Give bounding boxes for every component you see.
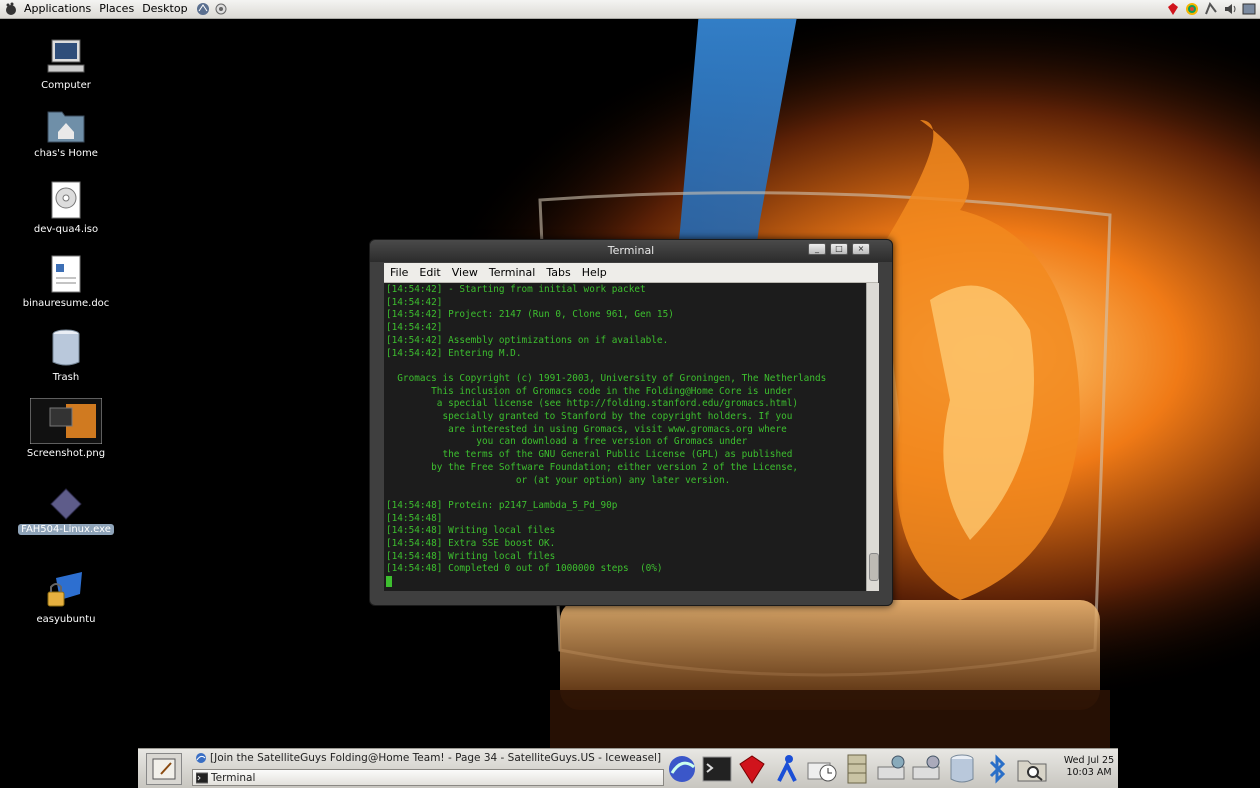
- terminal-launcher-icon[interactable]: [701, 753, 733, 785]
- desktop-icon-home[interactable]: chas's Home: [16, 104, 116, 160]
- terminal-line: are interested in using Gromacs, visit w…: [448, 423, 787, 435]
- terminal-line: [14:54:42] Entering M.D.: [386, 347, 522, 359]
- terminal-line: by the Free Software Foundation; either …: [431, 461, 799, 473]
- globe-browser-icon[interactable]: [666, 753, 698, 785]
- database-icon[interactable]: [946, 753, 978, 785]
- menu-terminal[interactable]: Terminal: [483, 266, 541, 279]
- locked-package-icon: [47, 572, 82, 607]
- terminal-line: you can download a free version of Groma…: [476, 436, 748, 448]
- terminal-menu-bar: File Edit View Terminal Tabs Help: [384, 263, 878, 283]
- desktop-icon-document[interactable]: binauresume.doc: [16, 254, 116, 310]
- terminal-line: or (at your option) any later version.: [515, 474, 731, 486]
- file-cabinet-icon[interactable]: [841, 753, 873, 785]
- minimize-button[interactable]: _: [808, 243, 826, 255]
- terminal-title-bar[interactable]: Terminal _ □ ×: [370, 240, 892, 262]
- blue-figure-icon[interactable]: [771, 753, 803, 785]
- terminal-line: specially granted to Stanford by the cop…: [442, 411, 793, 423]
- maximize-button[interactable]: □: [830, 243, 848, 255]
- terminal-line: [14:54:48] Completed 0 out of 1000000 st…: [386, 563, 663, 575]
- desktop-icon-label: Trash: [52, 372, 80, 383]
- network-icon[interactable]: [1204, 2, 1218, 16]
- volume-icon[interactable]: [1223, 2, 1237, 16]
- terminal-line: [14:54:42] Assembly optimizations on if …: [386, 334, 669, 346]
- desktop-icon-label: Computer: [41, 80, 91, 91]
- taskbar-item-iceweasel[interactable]: [Join the SatelliteGuys Folding@Home Tea…: [192, 750, 664, 767]
- desktop-icon-label: dev-qua4.iso: [33, 224, 99, 235]
- clock[interactable]: Wed Jul 25 10:03 AM: [1062, 755, 1116, 779]
- terminal-line: [14:54:48] Writing local files: [386, 525, 556, 537]
- taskbar-item-label: [Join the SatelliteGuys Folding@Home Tea…: [210, 752, 662, 764]
- terminal-line: [14:54:48] Extra SSE boost OK.: [386, 538, 556, 550]
- close-button[interactable]: ×: [852, 243, 870, 255]
- terminal-cursor: [386, 576, 392, 588]
- ruby-icon[interactable]: [1166, 2, 1180, 16]
- terminal-line: a special license (see http://folding.st…: [436, 398, 799, 410]
- network-drive-2-icon[interactable]: [911, 753, 943, 785]
- desktop-icon-fah-exe[interactable]: FAH504-Linux.exe: [16, 488, 116, 536]
- desktop-icon-iso[interactable]: dev-qua4.iso: [16, 180, 116, 236]
- scrollbar-thumb[interactable]: [869, 553, 879, 581]
- image-thumbnail-icon: [30, 398, 102, 444]
- desktop-icon-easyubuntu[interactable]: easyubuntu: [16, 570, 116, 626]
- terminal-line: [14:54:42]: [386, 322, 443, 334]
- menu-file[interactable]: File: [384, 266, 413, 279]
- terminal-line: Gromacs is Copyright (c) 1991-2003, Univ…: [397, 372, 827, 384]
- applications-menu[interactable]: Applications: [20, 0, 95, 18]
- terminal-line: the terms of the GNU General Public Lice…: [442, 449, 793, 461]
- terminal-line: [14:54:42]: [386, 296, 443, 308]
- terminal-line: [14:54:42] - Starting from initial work …: [386, 284, 646, 295]
- system-tray: [1166, 0, 1260, 18]
- terminal-text: [14:54:42] - Starting from initial work …: [384, 283, 866, 590]
- terminal-line: This inclusion of Gromacs code in the Fo…: [431, 385, 793, 397]
- taskbar-item-label: Terminal: [211, 772, 256, 784]
- terminal-line: [14:54:48]: [386, 512, 443, 524]
- terminal-output[interactable]: [14:54:42] - Starting from initial work …: [384, 283, 866, 591]
- workspace-icon[interactable]: [1242, 2, 1256, 16]
- ruby-gem-icon[interactable]: [736, 753, 768, 785]
- terminal-scrollbar[interactable]: [866, 283, 879, 591]
- taskbar-item-terminal[interactable]: Terminal: [192, 769, 664, 786]
- menu-tabs[interactable]: Tabs: [540, 266, 575, 279]
- search-folder-icon[interactable]: [1016, 753, 1048, 785]
- network-drive-icon[interactable]: [876, 753, 908, 785]
- desktop-icon-computer[interactable]: Computer: [16, 36, 116, 92]
- colorful-swirl-icon[interactable]: [1185, 2, 1199, 16]
- settings-launcher-icon[interactable]: [214, 2, 228, 16]
- menu-edit[interactable]: Edit: [413, 266, 445, 279]
- menu-view[interactable]: View: [446, 266, 483, 279]
- desktop-icon-label: FAH504-Linux.exe: [18, 524, 114, 535]
- iceweasel-icon: [196, 753, 206, 763]
- terminal-line: [14:54:42] Project: 2147 (Run 0, Clone 9…: [386, 309, 674, 321]
- show-desktop-button[interactable]: [146, 753, 182, 785]
- browser-launcher-icon[interactable]: [196, 2, 210, 16]
- document-icon: [51, 255, 81, 293]
- terminal-window[interactable]: Terminal _ □ × File Edit View Terminal T…: [369, 239, 893, 606]
- computer-icon: [47, 39, 85, 73]
- iso-disc-icon: [51, 181, 81, 219]
- desktop-icon-label: chas's Home: [34, 148, 98, 159]
- clock-date: Wed Jul 25: [1063, 755, 1115, 766]
- menu-help[interactable]: Help: [576, 266, 612, 279]
- bottom-panel: [Join the SatelliteGuys Folding@Home Tea…: [138, 748, 1118, 788]
- bluetooth-icon[interactable]: [981, 753, 1013, 785]
- desktop-icon-screenshot[interactable]: Screenshot.png: [16, 398, 116, 460]
- trash-icon: [52, 329, 80, 366]
- mail-clock-icon[interactable]: [806, 753, 838, 785]
- places-menu[interactable]: Places: [95, 0, 138, 18]
- home-folder-icon: [47, 111, 85, 143]
- top-panel: Applications Places Desktop: [0, 0, 1260, 19]
- terminal-line: [14:54:48] Writing local files: [386, 550, 556, 562]
- desktop-icon-label: easyubuntu: [36, 614, 96, 625]
- show-desktop-icon: [152, 758, 176, 780]
- terminal-line: [14:54:48] Protein: p2147_Lambda_5_Pd_90…: [386, 499, 618, 511]
- gnome-foot-icon[interactable]: [4, 2, 18, 16]
- desktop-menu[interactable]: Desktop: [138, 0, 191, 18]
- clock-time: 10:03 AM: [1066, 767, 1112, 778]
- executable-icon: [50, 488, 82, 520]
- desktop-icon-trash[interactable]: Trash: [16, 328, 116, 384]
- desktop-icon-label: Screenshot.png: [26, 448, 106, 459]
- terminal-icon: [196, 772, 208, 784]
- desktop-icon-label: binauresume.doc: [22, 298, 110, 309]
